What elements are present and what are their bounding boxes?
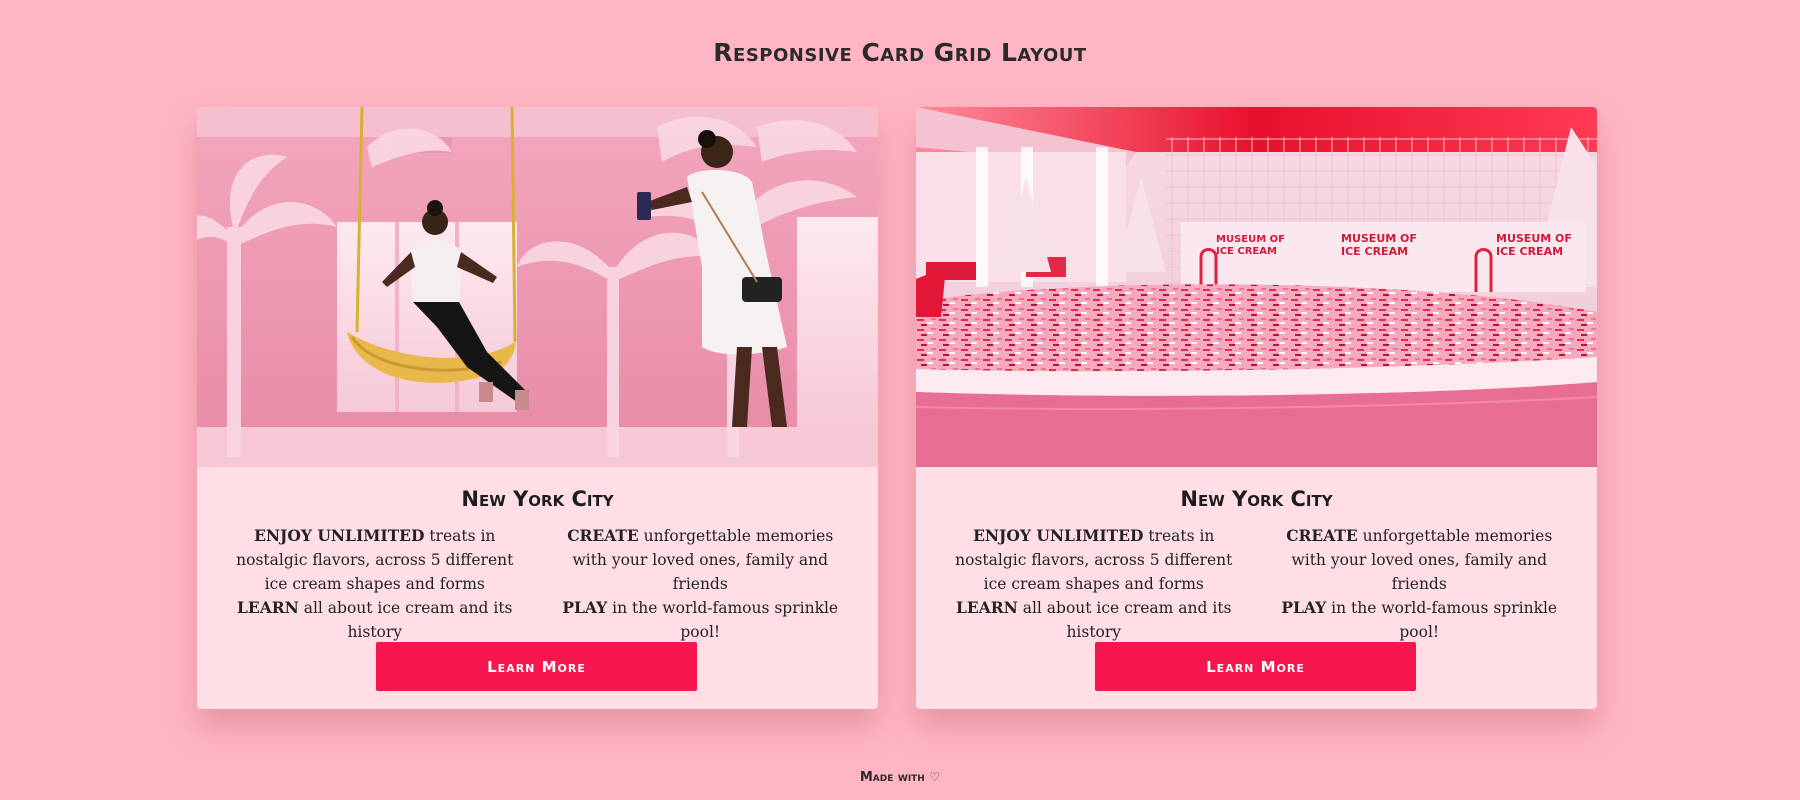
page-title: Responsive Card Grid Layout (713, 38, 1087, 67)
feature-bold: CREATE (567, 526, 639, 545)
card: MUSEUM OF ICE CREAM MUSEUM OF ICE CREAM … (916, 107, 1597, 709)
learn-more-button[interactable]: Learn More (376, 642, 697, 691)
feature-learn: LEARN all about ice cream and its histor… (227, 596, 523, 644)
feature-bold: CREATE (1286, 526, 1358, 545)
feature-create: CREATE unforgettable memories with your … (553, 524, 849, 596)
feature-text: in the world-famous sprinkle pool! (607, 599, 839, 641)
feature-bold: ENJOY UNLIMITED (973, 526, 1144, 545)
feature-create: CREATE unforgettable memories with your … (1272, 524, 1568, 596)
card-title: New York City (461, 487, 614, 511)
feature-bold: LEARN (955, 598, 1018, 617)
feature-enjoy: ENJOY UNLIMITED treats in nostalgic flav… (946, 524, 1242, 596)
feature-enjoy: ENJOY UNLIMITED treats in nostalgic flav… (227, 524, 523, 596)
footer-label: Made with (859, 770, 925, 785)
feature-bold: PLAY (562, 598, 608, 617)
feature-list: ENJOY UNLIMITED treats in nostalgic flav… (227, 524, 848, 644)
footer: Made with ♡ (0, 770, 1800, 785)
sign-text: MUSEUM OF (1216, 234, 1285, 245)
svg-text:ICE CREAM: ICE CREAM (1496, 245, 1563, 258)
feature-text: in the world-famous sprinkle pool! (1326, 599, 1558, 641)
svg-text:ICE CREAM: ICE CREAM (1341, 245, 1408, 258)
card-image-sprinkle-pool: MUSEUM OF ICE CREAM MUSEUM OF ICE CREAM … (916, 107, 1597, 467)
feature-bold: LEARN (236, 598, 299, 617)
feature-play: PLAY in the world-famous sprinkle pool! (553, 596, 849, 644)
card-title: New York City (1180, 487, 1333, 511)
heart-icon: ♡ (929, 770, 941, 784)
feature-bold: PLAY (1281, 598, 1327, 617)
feature-list: ENJOY UNLIMITED treats in nostalgic flav… (946, 524, 1567, 644)
svg-text:MUSEUM OF: MUSEUM OF (1496, 232, 1572, 245)
feature-text: all about ice cream and its history (298, 599, 513, 641)
feature-bold: ENJOY UNLIMITED (254, 526, 425, 545)
card-image-swing (197, 107, 878, 467)
svg-text:MUSEUM OF: MUSEUM OF (1341, 232, 1417, 245)
learn-more-button[interactable]: Learn More (1095, 642, 1416, 691)
svg-text:ICE CREAM: ICE CREAM (1216, 246, 1277, 257)
feature-text: all about ice cream and its history (1017, 599, 1232, 641)
feature-learn: LEARN all about ice cream and its histor… (946, 596, 1242, 644)
card: New York City ENJOY UNLIMITED treats in … (197, 107, 878, 709)
feature-play: PLAY in the world-famous sprinkle pool! (1272, 596, 1568, 644)
card-grid: New York City ENJOY UNLIMITED treats in … (197, 107, 1597, 709)
